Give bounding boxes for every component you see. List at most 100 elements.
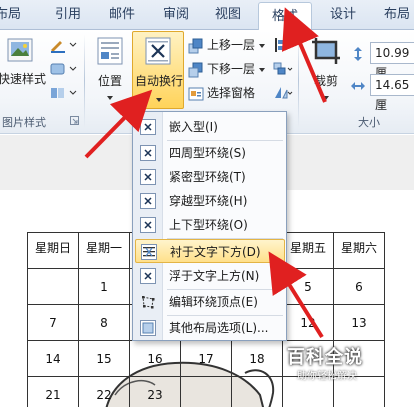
bring-forward-label: 上移一层 — [207, 38, 256, 52]
size-group-label: 大小 — [358, 116, 380, 129]
selection-pane-label: 选择窗格 — [207, 86, 256, 100]
tab-mailings[interactable]: 邮件 — [98, 0, 146, 30]
group-icon[interactable] — [272, 60, 294, 78]
menu-item-label: 紧密型环绕(T) — [169, 170, 246, 184]
selection-pane-icon — [188, 87, 204, 100]
position-label: 位置 — [97, 74, 122, 88]
wrap-top-bottom-icon — [140, 217, 156, 233]
send-backward-button[interactable]: 下移一层 — [188, 58, 265, 80]
menu-item-more-layout-options[interactable]: 其他布局选项(L)... — [135, 316, 285, 340]
crop-label: 裁剪 — [313, 74, 338, 88]
selection-pane-button[interactable]: 选择窗格 — [188, 82, 255, 104]
calendar-cell: 7 — [27, 304, 79, 341]
wrap-square-icon — [140, 145, 156, 161]
calendar-cell: 15 — [78, 340, 130, 377]
menu-item-label: 编辑环绕顶点(E) — [169, 295, 258, 309]
auto-wrap-label: 自动换行 — [134, 74, 183, 88]
picture-border-icon[interactable] — [48, 36, 78, 54]
calendar-cell: 22 — [78, 376, 130, 407]
wrap-text-icon — [145, 37, 171, 65]
calendar-cell: 5 — [282, 268, 334, 305]
width-input[interactable]: 14.65 厘 — [370, 74, 414, 112]
calendar-cell: 13 — [333, 304, 385, 341]
send-backward-icon — [188, 62, 203, 77]
wrap-tight-icon — [140, 169, 156, 185]
menu-item-label: 浮于文字上方(N) — [169, 269, 260, 283]
quick-styles-button[interactable]: 快速样式 — [0, 32, 46, 94]
menu-item-through[interactable]: 穿越型环绕(H) — [135, 189, 285, 213]
calendar-cell — [27, 268, 79, 305]
tab-references[interactable]: 引用 — [44, 0, 92, 30]
calendar-header: 星期一 — [78, 232, 130, 269]
calendar-cell: 8 — [78, 304, 130, 341]
group-separator — [84, 34, 85, 128]
calendar-cell: 12 — [282, 304, 334, 341]
calendar-cell: 21 — [27, 376, 79, 407]
chevron-down-icon — [258, 43, 265, 48]
quick-styles-icon — [7, 38, 33, 62]
calendar-header: 星期五 — [282, 232, 334, 269]
crop-icon — [312, 38, 340, 64]
menu-item-behind-text[interactable]: 衬于文字下方(D) — [135, 239, 285, 263]
calendar-cell: 6 — [333, 268, 385, 305]
menu-item-label: 四周型环绕(S) — [169, 146, 246, 160]
rotate-icon[interactable] — [272, 84, 294, 102]
menu-item-square[interactable]: 四周型环绕(S) — [135, 141, 285, 165]
tab-design[interactable]: 设计 — [318, 0, 368, 30]
bring-forward-icon — [188, 38, 203, 53]
wrap-behind-text-icon — [141, 244, 157, 260]
menu-item-in-front[interactable]: 浮于文字上方(N) — [135, 264, 285, 288]
wrap-through-icon — [140, 193, 156, 209]
wrap-text-menu: 嵌入型(I) 四周型环绕(S) 紧密型环绕(T) 穿越型环绕(H) 上下型环绕(… — [132, 111, 287, 341]
picture-effects-icon[interactable] — [48, 60, 78, 78]
tab-view[interactable]: 视图 — [204, 0, 252, 30]
wrap-inline-icon — [140, 119, 156, 135]
calendar-cell: 18 — [231, 340, 283, 377]
tab-layout[interactable]: 布局 — [374, 0, 414, 30]
position-button[interactable]: 位置 — [90, 32, 130, 102]
calendar-cell: 23 — [129, 376, 181, 407]
chevron-down-icon — [107, 95, 113, 100]
chevron-down-icon — [323, 95, 329, 100]
menu-item-label: 穿越型环绕(H) — [169, 194, 248, 208]
bring-forward-button[interactable]: 上移一层 — [188, 34, 265, 56]
menu-item-label: 嵌入型(I) — [169, 120, 218, 134]
shape-width-icon — [351, 82, 365, 90]
calendar-cell — [231, 376, 283, 407]
align-icon[interactable] — [272, 36, 294, 54]
chevron-down-icon — [156, 97, 162, 102]
menu-item-edit-wrap-points[interactable]: 编辑环绕顶点(E) — [135, 290, 285, 314]
tab-format[interactable]: 格式 — [258, 2, 312, 31]
watermark-logo: 百科全说 — [287, 347, 363, 368]
tab-layout-page[interactable]: 布局 — [0, 0, 30, 30]
more-layout-options-icon — [140, 320, 156, 336]
crop-button[interactable]: 裁剪 — [306, 32, 346, 104]
height-input[interactable]: 10.99 厘 — [370, 42, 414, 80]
auto-wrap-button[interactable]: 自动换行 — [132, 31, 184, 109]
calendar-cell: 1 — [78, 268, 130, 305]
menu-item-tight[interactable]: 紧密型环绕(T) — [135, 165, 285, 189]
ribbon-tab-bar: 布局 引用 邮件 审阅 视图 格式 设计 布局 — [0, 0, 414, 31]
menu-item-label: 上下型环绕(O) — [169, 218, 248, 232]
edit-wrap-points-icon — [142, 296, 155, 309]
calendar-cell — [180, 376, 232, 407]
tab-review[interactable]: 审阅 — [152, 0, 200, 30]
calendar-header: 星期日 — [27, 232, 79, 269]
dialog-launcher-icon[interactable] — [70, 116, 79, 125]
wrap-in-front-icon — [140, 268, 156, 284]
watermark: 百科全说 助你轻松解决 — [287, 337, 387, 382]
picture-layout-icon[interactable] — [48, 84, 78, 102]
calendar-cell: 17 — [180, 340, 232, 377]
group-separator — [298, 34, 299, 128]
watermark-subtitle: 助你轻松解决 — [297, 371, 357, 382]
menu-item-label: 其他布局选项(L)... — [169, 321, 269, 335]
shape-height-icon — [354, 47, 362, 61]
menu-item-label: 衬于文字下方(D) — [170, 245, 261, 259]
menu-item-top-bottom[interactable]: 上下型环绕(O) — [135, 213, 285, 237]
calendar-header: 星期六 — [333, 232, 385, 269]
picture-styles-group-label: 图片样式 — [2, 116, 46, 129]
calendar-cell: 16 — [129, 340, 181, 377]
calendar-cell: 14 — [27, 340, 79, 377]
menu-item-inline[interactable]: 嵌入型(I) — [135, 115, 285, 139]
chevron-down-icon — [258, 67, 265, 72]
